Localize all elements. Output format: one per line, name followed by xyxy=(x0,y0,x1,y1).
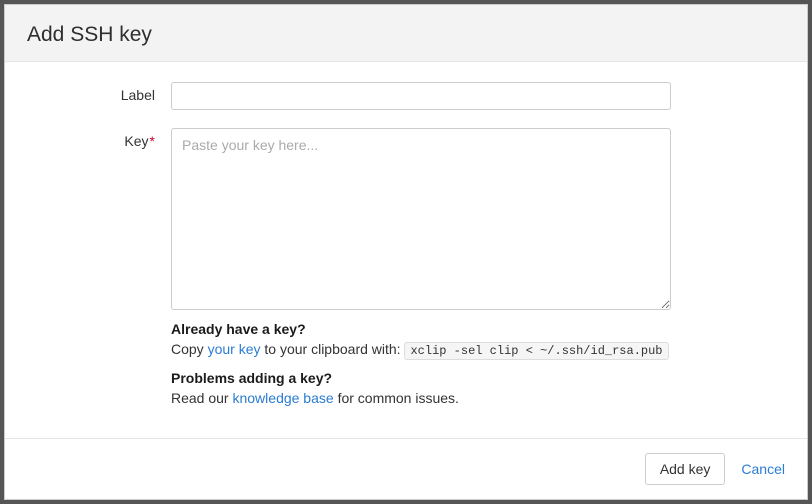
key-control xyxy=(171,128,785,313)
problems-pre: Read our xyxy=(171,390,229,406)
key-field-label: Key* xyxy=(27,128,171,149)
your-key-link[interactable]: your key xyxy=(208,341,261,357)
already-have-key-heading: Already have a key? xyxy=(171,321,785,337)
already-have-key-text: Copy your key to your clipboard with: xc… xyxy=(171,340,785,360)
problems-post: for common issues. xyxy=(338,390,459,406)
add-ssh-key-modal: Add SSH key Label Key* Already have a ke… xyxy=(4,4,808,500)
label-input[interactable] xyxy=(171,82,671,110)
problems-heading: Problems adding a key? xyxy=(171,370,785,386)
already-mid: to your clipboard with: xyxy=(261,341,401,357)
modal-header: Add SSH key xyxy=(5,5,807,62)
modal-body: Label Key* Already have a key? Copy your… xyxy=(5,62,807,438)
label-row: Label xyxy=(27,82,785,110)
modal-title: Add SSH key xyxy=(27,23,785,47)
key-row: Key* xyxy=(27,128,785,313)
xclip-command: xclip -sel clip < ~/.ssh/id_rsa.pub xyxy=(404,342,668,360)
key-label-text: Key xyxy=(124,133,148,149)
modal-footer: Add key Cancel xyxy=(5,438,807,499)
required-mark: * xyxy=(150,133,155,149)
label-field-label: Label xyxy=(27,82,171,103)
label-text: Label xyxy=(121,87,155,103)
knowledge-base-link[interactable]: knowledge base xyxy=(232,390,333,406)
label-control xyxy=(171,82,785,110)
cancel-button[interactable]: Cancel xyxy=(741,461,785,477)
add-key-button[interactable]: Add key xyxy=(645,453,726,485)
help-section: Already have a key? Copy your key to you… xyxy=(171,321,785,408)
already-pre: Copy xyxy=(171,341,204,357)
problems-text: Read our knowledge base for common issue… xyxy=(171,389,785,409)
key-textarea[interactable] xyxy=(171,128,671,310)
